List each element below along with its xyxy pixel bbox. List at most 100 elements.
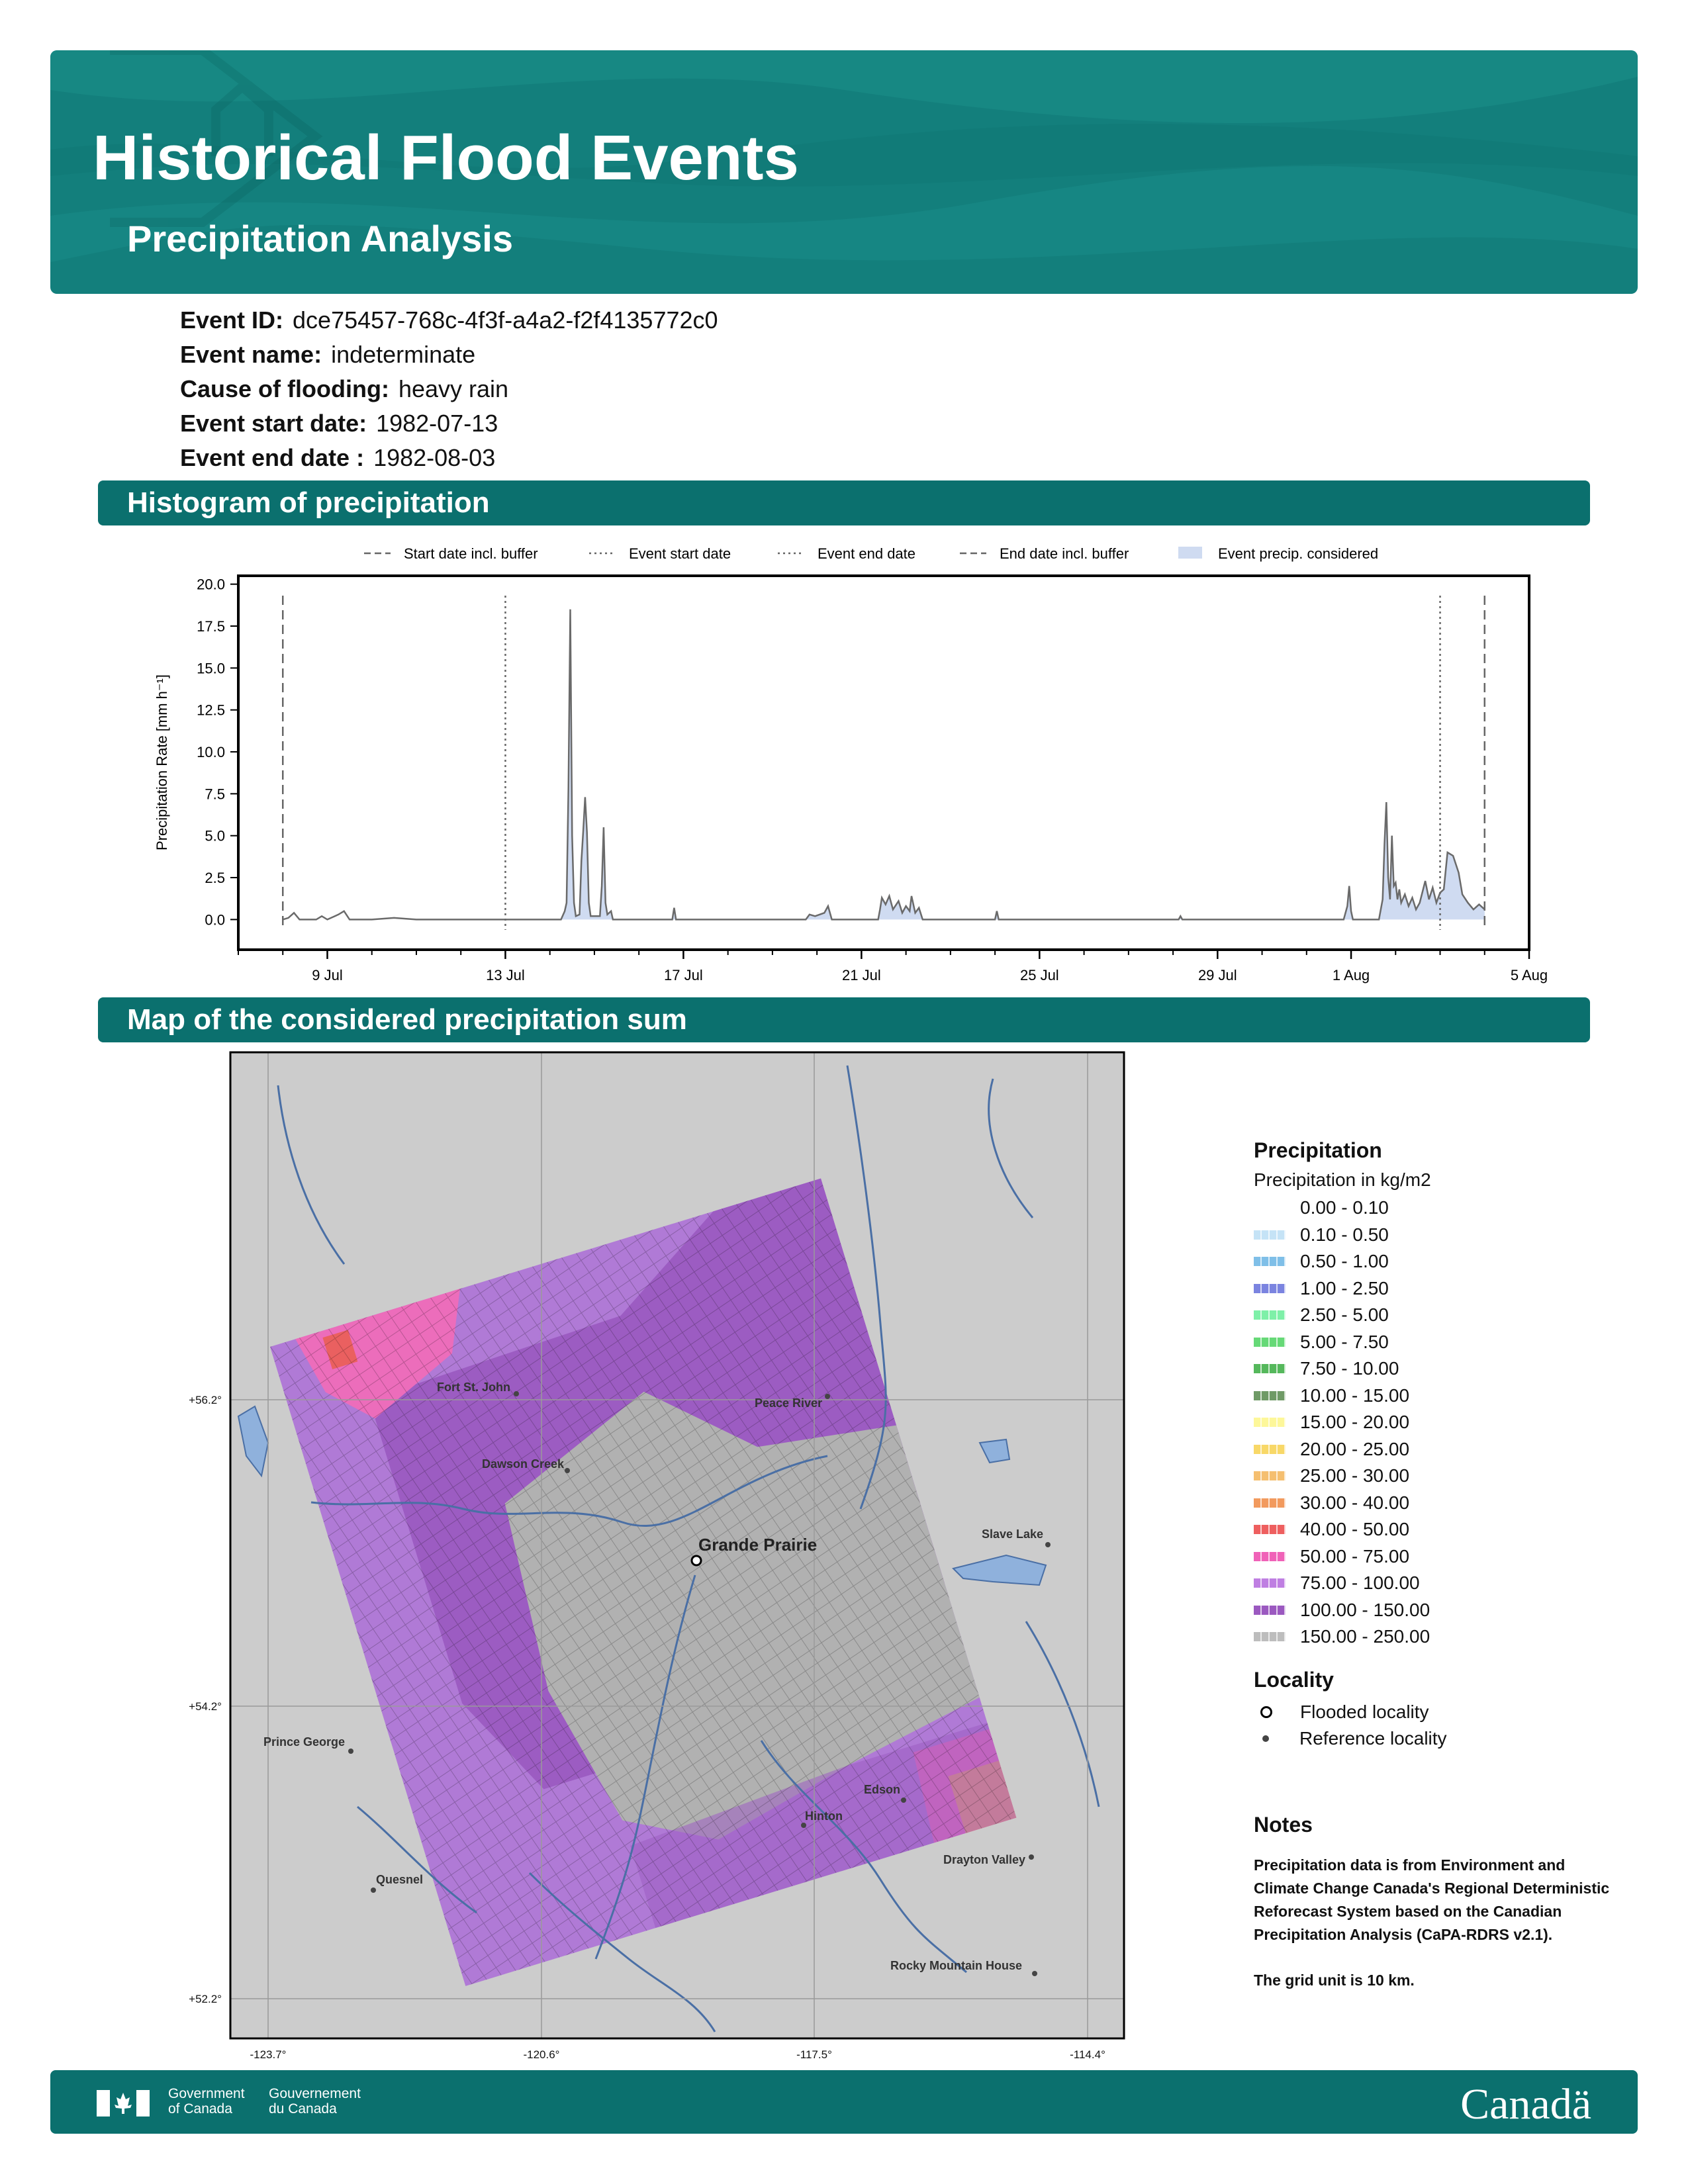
- x-tick-label: 13 Jul: [486, 967, 525, 983]
- legend-label: Event end date: [818, 545, 915, 562]
- legend-label: Event precip. considered: [1218, 545, 1378, 562]
- place-slave-lake: Slave Lake: [982, 1527, 1043, 1541]
- place-rocky-mountain-house: Rocky Mountain House: [890, 1959, 1022, 1972]
- lat-tick: +54.2°: [189, 1700, 222, 1713]
- event-name-value: indeterminate: [331, 341, 476, 368]
- map-lat-ticks: +56.2° +54.2° +52.2°: [189, 1394, 222, 2005]
- legend-swatch: [1254, 1230, 1286, 1240]
- histogram-legend: Start date incl. buffer Event start date E…: [364, 545, 1378, 562]
- event-end-label: Event end date :: [180, 444, 365, 471]
- legend-bin: 0.50 - 1.00: [1254, 1248, 1624, 1275]
- legend-swatch: [1254, 1418, 1286, 1428]
- event-start-label: Event start date:: [180, 410, 367, 437]
- legend-bin-label: 50.00 - 75.00: [1300, 1545, 1410, 1567]
- legend-bin: 20.00 - 25.00: [1254, 1436, 1624, 1463]
- event-end-row: Event end date : 1982-08-03: [180, 441, 718, 475]
- legend-bin-label: 100.00 - 150.00: [1300, 1599, 1430, 1620]
- place-peace-river: Peace River: [755, 1396, 822, 1410]
- legend-subtitle: Precipitation in kg/m2: [1254, 1169, 1431, 1190]
- legend-bin-label: 1.00 - 2.50: [1300, 1277, 1389, 1298]
- gov-fr-line1: Gouvernement: [269, 2086, 361, 2101]
- legend-bin-label: 15.00 - 20.00: [1300, 1412, 1410, 1433]
- reference-locality-label: Reference locality: [1299, 1728, 1447, 1749]
- legend-swatch: [1254, 1444, 1286, 1454]
- legend-bin: 5.00 - 7.50: [1254, 1329, 1624, 1356]
- y-tick-label: 15.0: [197, 660, 225, 676]
- event-cause-row: Cause of flooding: heavy rain: [180, 372, 718, 406]
- event-id-value: dce75457-768c-4f3f-a4a2-f2f4135772c0: [293, 306, 718, 334]
- legend-bin-label: 0.50 - 1.00: [1300, 1251, 1389, 1272]
- legend-swatch: [1254, 1203, 1286, 1213]
- header-banner: Historical Flood Events Precipitation An…: [50, 50, 1638, 294]
- legend-bin-label: 30.00 - 40.00: [1300, 1492, 1410, 1513]
- event-id-row: Event ID: dce75457-768c-4f3f-a4a2-f2f4135…: [180, 303, 718, 338]
- section-map-header: Map of the considered precipitation sum: [98, 997, 1590, 1042]
- lon-tick: -114.4°: [1070, 2048, 1105, 2061]
- legend-swatch: [1254, 1471, 1286, 1481]
- y-tick-label: 10.0: [197, 744, 225, 760]
- legend-bin: 75.00 - 100.00: [1254, 1570, 1624, 1597]
- legend-reference: Reference locality: [1254, 1725, 1624, 1752]
- map-lon-ticks: -123.7° -120.6° -117.5° -114.4°: [250, 2048, 1105, 2061]
- legend-swatch: [1254, 1498, 1286, 1508]
- legend-swatch: [1254, 1283, 1286, 1293]
- locality-title: Locality: [1254, 1667, 1334, 1692]
- x-tick-label: 9 Jul: [312, 967, 342, 983]
- legend-bin: 25.00 - 30.00: [1254, 1463, 1624, 1490]
- y-tick-label: 17.5: [197, 618, 225, 635]
- x-tick-label: 17 Jul: [664, 967, 703, 983]
- x-tick-label: 1 Aug: [1333, 967, 1370, 983]
- gov-en: Government of Canada: [168, 2086, 245, 2116]
- place-drayton-valley: Drayton Valley: [943, 1853, 1025, 1866]
- legend-bin: 50.00 - 75.00: [1254, 1543, 1624, 1570]
- notes-panel: Notes Precipitation data is from Environ…: [1254, 1813, 1611, 1992]
- precipitation-histogram: Start date incl. buffer Event start date E…: [154, 545, 1548, 983]
- lon-tick: -120.6°: [523, 2048, 559, 2061]
- legend-bin: 0.00 - 0.10: [1254, 1195, 1624, 1222]
- x-tick-label: 29 Jul: [1198, 967, 1237, 983]
- reference-locality-icon: [1262, 1735, 1269, 1743]
- y-tick-label: 0.0: [205, 911, 225, 928]
- legend-label: Event start date: [629, 545, 731, 562]
- canada-wordmark: Canadä: [1460, 2080, 1591, 2128]
- legend-bin: 2.50 - 5.00: [1254, 1302, 1624, 1329]
- legend-bin: 150.00 - 250.00: [1254, 1623, 1624, 1651]
- y-axis: 0.0 2.5 5.0 7.5 10.0 12.5 15.0 17.5 20.0: [197, 576, 238, 928]
- place-edson: Edson: [864, 1783, 900, 1796]
- y-tick-label: 20.0: [197, 576, 225, 593]
- event-start-row: Event start date: 1982-07-13: [180, 406, 718, 441]
- legend-bin: 1.00 - 2.50: [1254, 1275, 1624, 1302]
- legend-bin: 10.00 - 15.00: [1254, 1383, 1624, 1410]
- event-cause-label: Cause of flooding:: [180, 375, 389, 402]
- x-tick-label: 25 Jul: [1020, 967, 1059, 983]
- legend-bin-label: 40.00 - 50.00: [1300, 1519, 1410, 1540]
- event-id-label: Event ID:: [180, 306, 284, 334]
- legend-flooded: Flooded locality: [1254, 1699, 1624, 1726]
- legend-swatch: [1254, 1364, 1286, 1374]
- legend-label: Start date incl. buffer: [404, 545, 538, 562]
- page-title: Historical Flood Events: [93, 122, 799, 193]
- x-tick-label: 21 Jul: [842, 967, 881, 983]
- legend-bin: 100.00 - 150.00: [1254, 1597, 1624, 1624]
- lat-tick: +56.2°: [189, 1394, 222, 1406]
- place-prince-george: Prince George: [263, 1735, 345, 1749]
- gov-fr: Gouvernement du Canada: [269, 2086, 361, 2116]
- legend-swatch-fill: [1178, 547, 1202, 559]
- y-tick-label: 2.5: [205, 870, 225, 886]
- legend-swatch: [1254, 1390, 1286, 1400]
- place-dawson-creek: Dawson Creek: [482, 1457, 565, 1471]
- lat-tick: +52.2°: [189, 1993, 222, 2005]
- x-tick-label: 5 Aug: [1511, 967, 1548, 983]
- legend-swatch: [1254, 1310, 1286, 1320]
- event-name-label: Event name:: [180, 341, 322, 368]
- legend-swatch: [1254, 1578, 1286, 1588]
- legend-swatch: [1254, 1337, 1286, 1347]
- gov-en-line1: Government: [168, 2086, 245, 2101]
- legend-swatch: [1254, 1551, 1286, 1561]
- place-quesnel: Quesnel: [376, 1873, 423, 1886]
- legend-bin-label: 20.00 - 25.00: [1300, 1438, 1410, 1459]
- notes-title: Notes: [1254, 1813, 1313, 1837]
- page-subtitle: Precipitation Analysis: [127, 218, 513, 259]
- event-details: Event ID: dce75457-768c-4f3f-a4a2-f2f4135…: [180, 303, 718, 475]
- legend-bin-label: 75.00 - 100.00: [1300, 1572, 1420, 1594]
